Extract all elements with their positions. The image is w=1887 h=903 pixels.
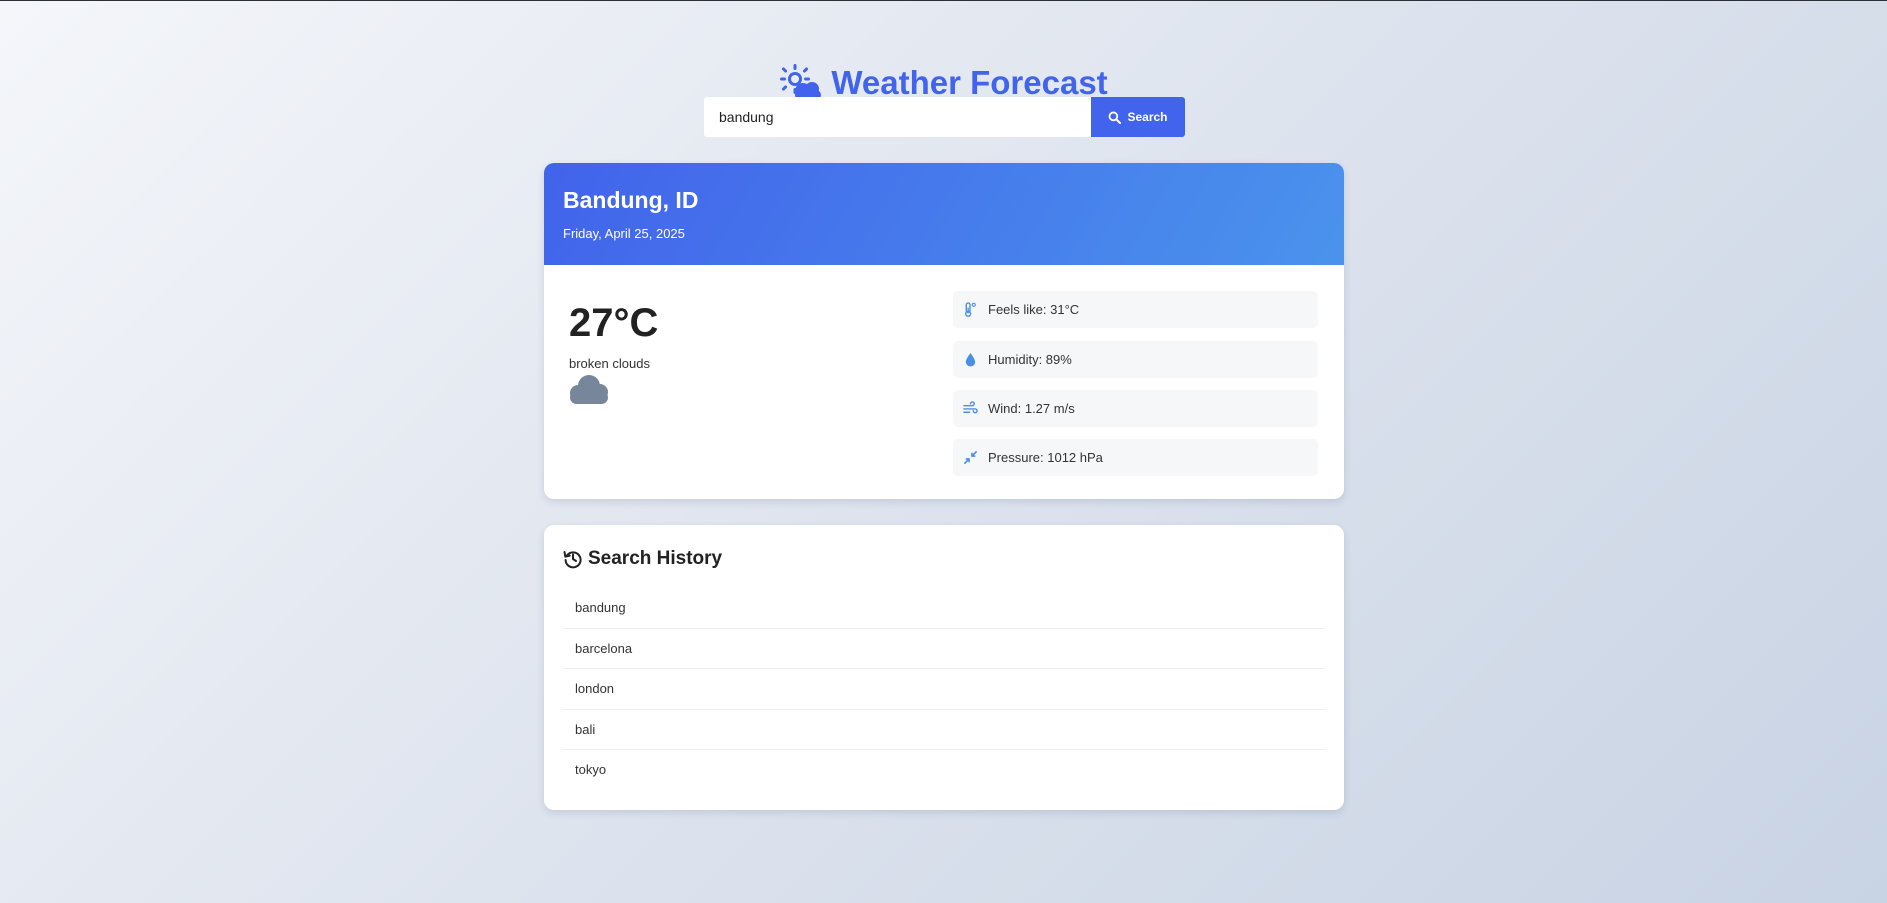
cloud-icon	[570, 375, 608, 404]
wind-icon	[963, 401, 978, 414]
search-button-label: Search	[1127, 110, 1168, 124]
date-text: Friday, April 25, 2025	[563, 226, 685, 241]
history-item-tokyo[interactable]: tokyo	[563, 750, 1325, 791]
search-bar: Search	[704, 97, 1185, 137]
current-weather-card: Bandung, ID Friday, April 25, 2025 27°C …	[544, 163, 1344, 499]
pressure-detail: Pressure: 1012 hPa	[953, 439, 1318, 476]
search-icon	[1109, 111, 1122, 124]
history-item-london[interactable]: london	[563, 669, 1325, 710]
weather-card-header: Bandung, ID Friday, April 25, 2025	[544, 163, 1344, 265]
search-history-card: Search History bandung barcelona london …	[544, 525, 1344, 810]
pressure-text: Pressure: 1012 hPa	[988, 450, 1103, 465]
weather-description: broken clouds	[569, 356, 650, 371]
history-list: bandung barcelona london bali tokyo	[563, 588, 1325, 791]
thermometer-icon	[965, 302, 976, 317]
wind-text: Wind: 1.27 m/s	[988, 401, 1075, 416]
temperature: 27°C	[569, 301, 659, 345]
humidity-detail: Humidity: 89%	[953, 341, 1318, 378]
wind-detail: Wind: 1.27 m/s	[953, 390, 1318, 427]
history-item-bali[interactable]: bali	[563, 710, 1325, 750]
feels-like-detail: Feels like: 31°C	[953, 291, 1318, 328]
weather-card-body: 27°C broken clouds Feels like: 31°C Humi…	[544, 265, 1344, 499]
history-title-text: Search History	[588, 548, 723, 569]
history-item-bandung[interactable]: bandung	[563, 588, 1325, 629]
history-item-barcelona[interactable]: barcelona	[563, 629, 1325, 669]
search-button[interactable]: Search	[1091, 97, 1185, 137]
compress-icon	[964, 451, 977, 464]
feels-like-text: Feels like: 31°C	[988, 302, 1080, 317]
history-icon	[563, 551, 582, 569]
location-name: Bandung, ID	[563, 187, 699, 213]
droplet-icon	[965, 352, 976, 367]
humidity-text: Humidity: 89%	[988, 352, 1072, 367]
history-title: Search History	[563, 548, 722, 570]
search-input[interactable]	[704, 97, 1091, 137]
